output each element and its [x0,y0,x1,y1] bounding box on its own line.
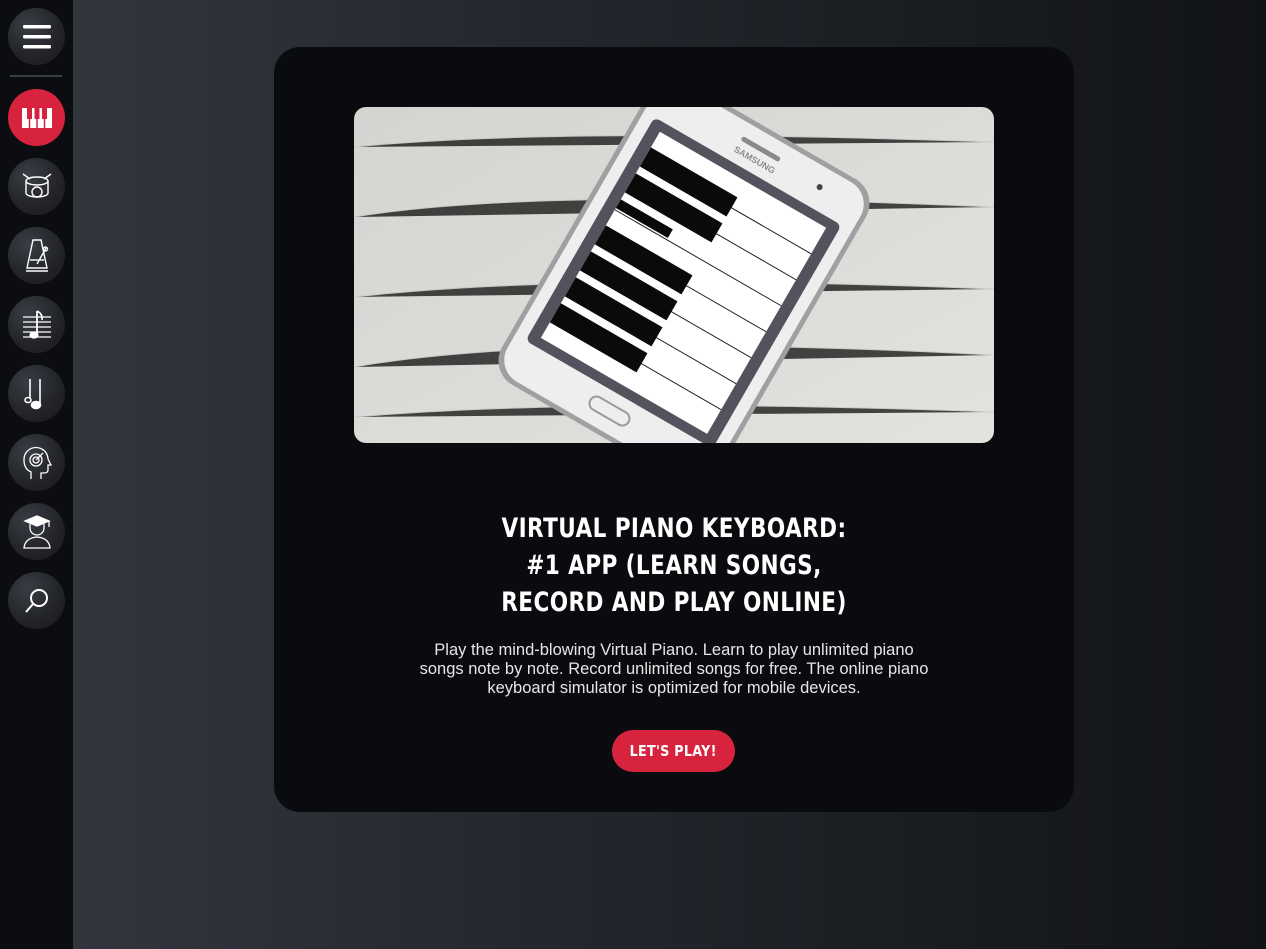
page-title: VIRTUAL PIANO KEYBOARD: #1 APP (LEARN SO… [501,513,847,619]
page-description: Play the mind-blowing Virtual Piano. Lea… [419,640,929,697]
piano-button[interactable] [8,89,65,146]
search-button[interactable] [8,572,65,629]
hamburger-menu-icon [22,24,51,48]
search-icon [24,588,48,613]
sidebar [0,0,73,949]
metronome-button[interactable] [8,227,65,284]
ear-training-button[interactable] [8,434,65,491]
main-card: SAMSUNG VIRTUAL PIANO KEYBOARD: #1 APP (… [274,47,1074,812]
sheet-music-icon [22,309,51,339]
menu-button[interactable] [8,8,65,65]
phone-piano-image: SAMSUNG [354,107,994,443]
sidebar-divider [10,75,62,77]
graduate-icon [22,514,51,549]
lessons-button[interactable] [8,503,65,560]
lets-play-label: LET'S PLAY! [629,742,718,760]
sheet-music-button[interactable] [8,296,65,353]
drum-icon [22,172,51,198]
head-target-icon [22,446,52,479]
metronome-icon [25,238,48,272]
piano-keys-icon [21,107,52,128]
hero-image: SAMSUNG [354,107,994,443]
drums-button[interactable] [8,158,65,215]
music-note-icon [23,378,41,409]
lets-play-button[interactable]: LET'S PLAY! [612,730,735,772]
music-note-button[interactable] [8,365,65,422]
